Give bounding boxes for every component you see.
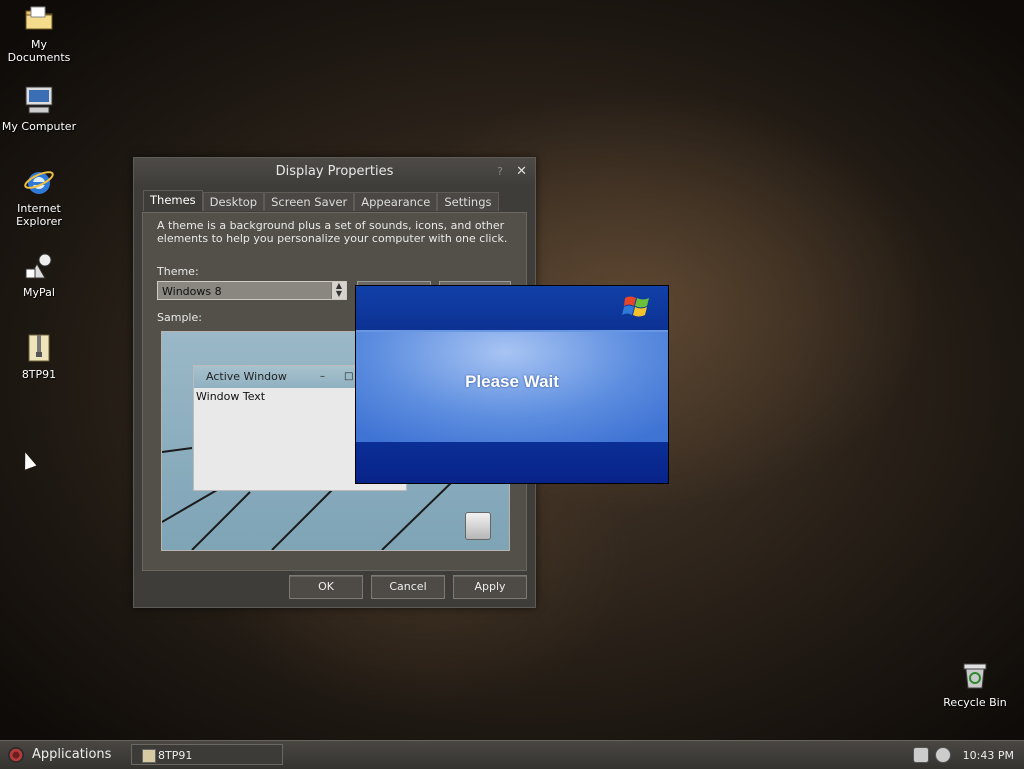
close-icon[interactable]: ✕ (516, 158, 527, 185)
apply-button[interactable]: Apply (453, 575, 527, 599)
system-tray: 10:43 PM (912, 741, 1014, 769)
please-wait-body: Please Wait (356, 332, 668, 442)
sample-window-title-text: Active Window (206, 370, 287, 383)
desktop-icon-label: MyPal (23, 286, 55, 299)
theme-select[interactable]: Windows 8 ▲ ▼ (157, 281, 347, 300)
dialog-buttons: OK Cancel Apply (281, 575, 527, 599)
please-wait-footer (356, 442, 668, 483)
archive-icon (28, 334, 50, 362)
tab-screen-saver[interactable]: Screen Saver (264, 192, 355, 211)
desktop-icon-label: My Computer (1, 120, 77, 133)
applications-icon (8, 746, 24, 763)
desktop-icon-label: 8TP91 (21, 368, 57, 381)
desktop-icon-label: Internet Explorer (16, 202, 62, 228)
mouse-cursor (19, 450, 37, 470)
minimize-icon: – (320, 371, 325, 382)
desktop-icon-label: My Documents (7, 38, 71, 64)
tab-appearance[interactable]: Appearance (354, 192, 438, 211)
taskbar: Applications 8TP91 10:43 PM (0, 740, 1024, 769)
folder-icon (25, 6, 53, 30)
desktop-icon-8tp91[interactable]: 8TP91 (0, 332, 78, 381)
computer-icon (25, 86, 53, 114)
cancel-button[interactable]: Cancel (371, 575, 445, 599)
desktop-icon-my-computer[interactable]: My Computer (0, 84, 78, 133)
window-title: Display Properties (275, 164, 394, 179)
tab-settings[interactable]: Settings (437, 192, 499, 211)
theme-label: Theme: (157, 265, 199, 278)
taskbar-item-label: 8TP91 (158, 749, 193, 762)
ok-button[interactable]: OK (289, 575, 363, 599)
tab-desktop[interactable]: Desktop (202, 192, 265, 211)
network-icon[interactable] (912, 747, 929, 763)
please-wait-header (356, 286, 668, 332)
clock[interactable]: 10:43 PM (963, 742, 1014, 769)
window-titlebar[interactable]: Display Properties ? ✕ (134, 158, 535, 186)
sample-label: Sample: (157, 311, 202, 324)
recycle-bin-icon (963, 663, 987, 689)
desktop-icon-mypal[interactable]: MyPal (0, 250, 78, 299)
recycle-bin-icon (465, 512, 491, 540)
desktop-icon-internet-explorer[interactable]: Internet Explorer (0, 166, 78, 228)
windows-flag-icon (622, 296, 649, 317)
tab-bar: Themes Desktop Screen Saver Appearance S… (143, 190, 499, 211)
recycle-bin-label: Recycle Bin (943, 696, 1007, 709)
chevron-up-down-icon[interactable]: ▲ ▼ (331, 282, 346, 299)
maximize-icon: □ (344, 371, 354, 382)
shield-icon[interactable] (934, 747, 951, 763)
internet-explorer-icon (24, 171, 54, 194)
please-wait-dialog: Please Wait (355, 285, 669, 484)
help-icon[interactable]: ? (497, 158, 503, 185)
mypal-icon (25, 253, 52, 279)
theme-description: A theme is a background plus a set of so… (157, 219, 508, 245)
archive-icon (142, 749, 156, 763)
desktop-icon-recycle-bin[interactable]: Recycle Bin (936, 660, 1014, 709)
tab-themes[interactable]: Themes (143, 190, 203, 211)
applications-menu-button[interactable]: Applications (8, 741, 111, 769)
taskbar-item-8tp91[interactable]: 8TP91 (131, 744, 283, 765)
applications-label: Applications (32, 747, 112, 762)
desktop-icon-my-documents[interactable]: My Documents (0, 2, 78, 64)
theme-select-value: Windows 8 (162, 285, 222, 298)
please-wait-message: Please Wait (465, 372, 559, 391)
